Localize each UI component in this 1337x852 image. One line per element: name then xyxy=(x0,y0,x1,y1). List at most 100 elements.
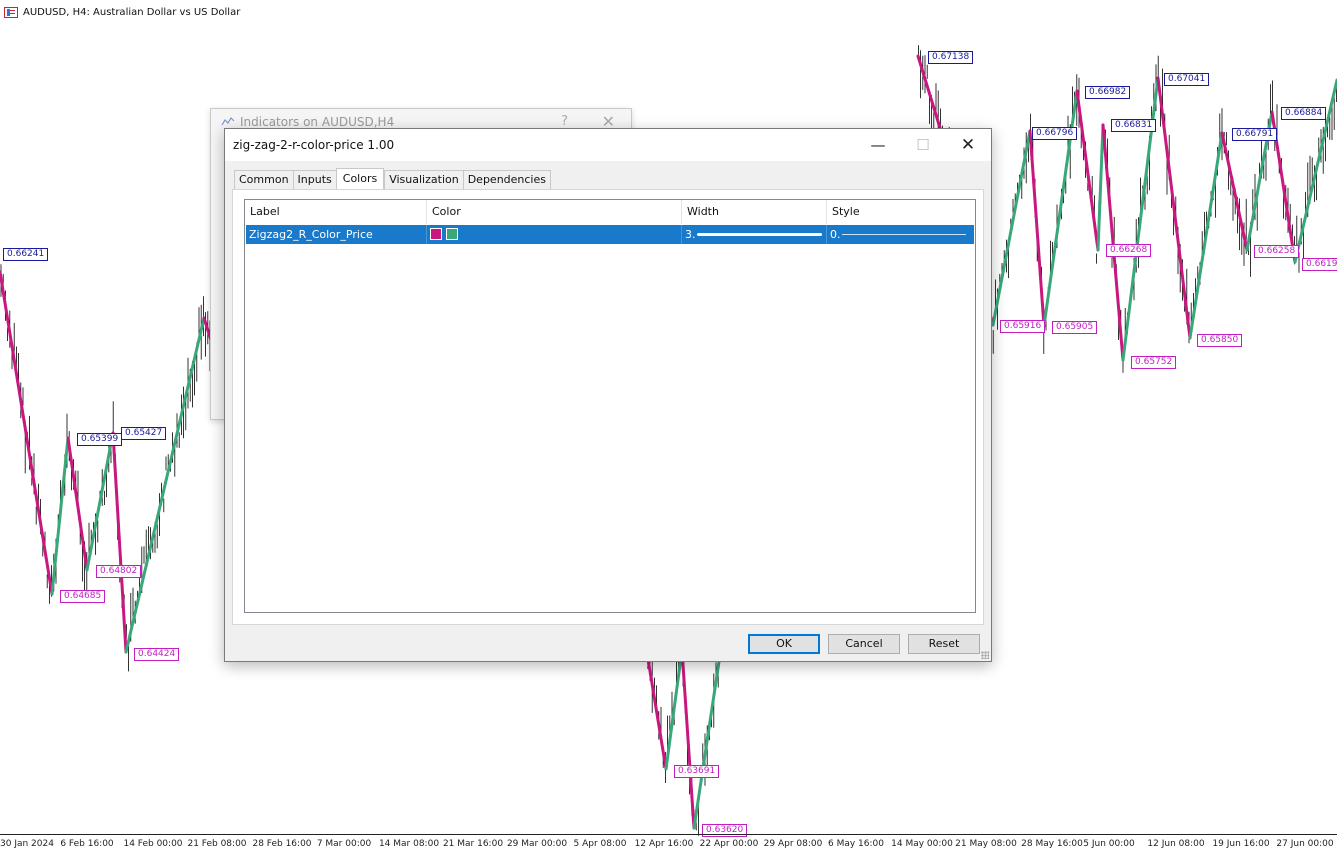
time-axis-label: 7 Mar 00:00 xyxy=(316,839,372,849)
list-header: Label Color Width Style xyxy=(245,200,975,224)
zigzag-down-segment xyxy=(1028,129,1046,328)
time-axis-label: 30 Jan 2024 xyxy=(0,839,54,849)
time-axis-label: 5 Jun 00:00 xyxy=(1083,839,1135,849)
zigzag-up-segment xyxy=(664,648,684,771)
resize-grip-icon[interactable] xyxy=(981,651,989,659)
width-value: 3. xyxy=(685,228,696,241)
column-header-width[interactable]: Width xyxy=(682,200,827,224)
time-axis-label: 28 May 16:00 xyxy=(1021,839,1083,849)
time-axis-label: 21 May 08:00 xyxy=(955,839,1017,849)
maximize-button[interactable]: ☐ xyxy=(900,129,946,160)
price-label-low: 0.65916 xyxy=(1000,320,1046,333)
reset-button[interactable]: Reset xyxy=(908,634,980,654)
zigzag-down-segment xyxy=(1101,123,1125,362)
zigzag-down-segment xyxy=(1220,131,1249,252)
price-label-high: 0.66796 xyxy=(1032,127,1078,140)
tab-common[interactable]: Common xyxy=(234,170,293,190)
tab-bar: Common Inputs Colors Visualization Depen… xyxy=(234,168,551,191)
tab-colors[interactable]: Colors xyxy=(335,168,385,191)
price-label-low: 0.66197 xyxy=(1302,258,1337,271)
price-label-low: 0.66258 xyxy=(1254,245,1300,258)
time-axis-label: 14 Feb 00:00 xyxy=(123,839,183,849)
row-label: Zigzag2_R_Color_Price xyxy=(246,225,427,244)
time-axis-label: 28 Feb 16:00 xyxy=(252,839,312,849)
close-button[interactable]: ✕ xyxy=(945,129,991,160)
price-label-high: 0.66831 xyxy=(1111,119,1157,132)
colors-tab-panel: Label Color Width Style Zigzag2_R_Color_… xyxy=(232,189,984,625)
row-style[interactable]: 0. xyxy=(827,225,974,244)
tab-visualization[interactable]: Visualization xyxy=(384,170,463,190)
zigzag-up-segment xyxy=(1096,123,1105,252)
time-axis-label: 6 Feb 16:00 xyxy=(60,839,114,849)
dialog-title: zig-zag-2-r-color-price 1.00 xyxy=(233,138,395,152)
width-line-preview xyxy=(697,233,822,236)
dialog-titlebar[interactable]: zig-zag-2-r-color-price 1.00 — ☐ ✕ xyxy=(225,129,991,161)
time-axis-label: 12 Jun 08:00 xyxy=(1147,839,1205,849)
price-label-high: 0.66241 xyxy=(3,248,49,261)
zigzag-down-segment xyxy=(1156,76,1192,340)
time-axis-label: 5 Apr 08:00 xyxy=(573,839,627,849)
cancel-button[interactable]: Cancel xyxy=(828,634,900,654)
column-header-color[interactable]: Color xyxy=(427,200,682,224)
time-axis-label: 14 Mar 08:00 xyxy=(378,839,440,849)
price-label-low: 0.65905 xyxy=(1052,321,1098,334)
time-axis-label: 21 Feb 08:00 xyxy=(187,839,247,849)
style-line-preview xyxy=(842,234,966,235)
time-axis-label: 6 May 16:00 xyxy=(828,839,884,849)
color-swatch-down[interactable] xyxy=(430,228,442,240)
style-value: 0. xyxy=(830,228,841,241)
zigzag-up-segment xyxy=(1188,131,1224,340)
column-header-style[interactable]: Style xyxy=(827,200,975,224)
price-label-low: 0.64424 xyxy=(134,648,180,661)
tab-dependencies[interactable]: Dependencies xyxy=(462,170,551,190)
price-label-high: 0.67041 xyxy=(1164,73,1210,86)
chart-title: AUDUSD, H4: Australian Dollar vs US Doll… xyxy=(4,4,240,20)
zigzag-down-segment xyxy=(0,270,54,596)
zigzag-down-segment xyxy=(1075,89,1100,252)
zigzag-up-segment xyxy=(50,436,70,596)
price-label-low: 0.65850 xyxy=(1197,334,1243,347)
price-label-low: 0.64685 xyxy=(60,590,106,603)
zigzag-down-segment xyxy=(680,648,696,830)
time-axis-label: 21 Mar 16:00 xyxy=(442,839,504,849)
price-label-high: 0.66884 xyxy=(1281,107,1327,120)
zigzag-up-segment xyxy=(85,431,115,572)
price-label-high: 0.65399 xyxy=(77,433,123,446)
price-label-low: 0.66268 xyxy=(1106,244,1152,257)
minimize-button[interactable]: — xyxy=(855,129,901,160)
row-colors xyxy=(427,225,682,244)
zigzag-up-segment xyxy=(991,129,1032,327)
time-axis-line xyxy=(0,834,1337,835)
indicator-icon xyxy=(221,117,235,126)
zigzag-down-segment xyxy=(66,436,89,572)
price-label-low: 0.64802 xyxy=(96,565,142,578)
indicators-dialog-title: Indicators on AUDUSD,H4 xyxy=(240,115,395,129)
time-axis-label: 29 Apr 08:00 xyxy=(763,839,823,849)
table-row[interactable]: Zigzag2_R_Color_Price 3. 0. xyxy=(246,225,974,244)
price-label-low: 0.63691 xyxy=(674,765,720,778)
column-header-label[interactable]: Label xyxy=(245,200,427,224)
price-label-high: 0.65427 xyxy=(121,427,167,440)
tab-inputs[interactable]: Inputs xyxy=(292,170,336,190)
price-label-high: 0.66791 xyxy=(1232,128,1278,141)
ok-button[interactable]: OK xyxy=(748,634,820,654)
row-width[interactable]: 3. xyxy=(682,225,827,244)
help-icon[interactable]: ? xyxy=(561,114,568,129)
chart-title-text: AUDUSD, H4: Australian Dollar vs US Doll… xyxy=(23,6,241,18)
colors-list[interactable]: Label Color Width Style Zigzag2_R_Color_… xyxy=(244,199,976,613)
chart-window-icon xyxy=(4,6,18,18)
time-axis-label: 27 Jun 00:00 xyxy=(1276,839,1334,849)
time-axis-label: 14 May 00:00 xyxy=(891,839,953,849)
indicator-properties-dialog: zig-zag-2-r-color-price 1.00 — ☐ ✕ Commo… xyxy=(224,128,992,662)
time-axis-label: 12 Apr 16:00 xyxy=(634,839,694,849)
time-axis-label: 29 Mar 00:00 xyxy=(506,839,568,849)
zigzag-up-segment xyxy=(692,653,722,830)
price-label-high: 0.66982 xyxy=(1085,86,1131,99)
zigzag-down-segment xyxy=(111,431,128,654)
color-swatch-up[interactable] xyxy=(446,228,458,240)
price-label-high: 0.67138 xyxy=(928,51,974,64)
zigzag-up-segment xyxy=(124,316,206,654)
price-label-low: 0.63620 xyxy=(702,824,748,837)
price-label-low: 0.65752 xyxy=(1131,356,1177,369)
time-axis-label: 22 Apr 00:00 xyxy=(699,839,759,849)
